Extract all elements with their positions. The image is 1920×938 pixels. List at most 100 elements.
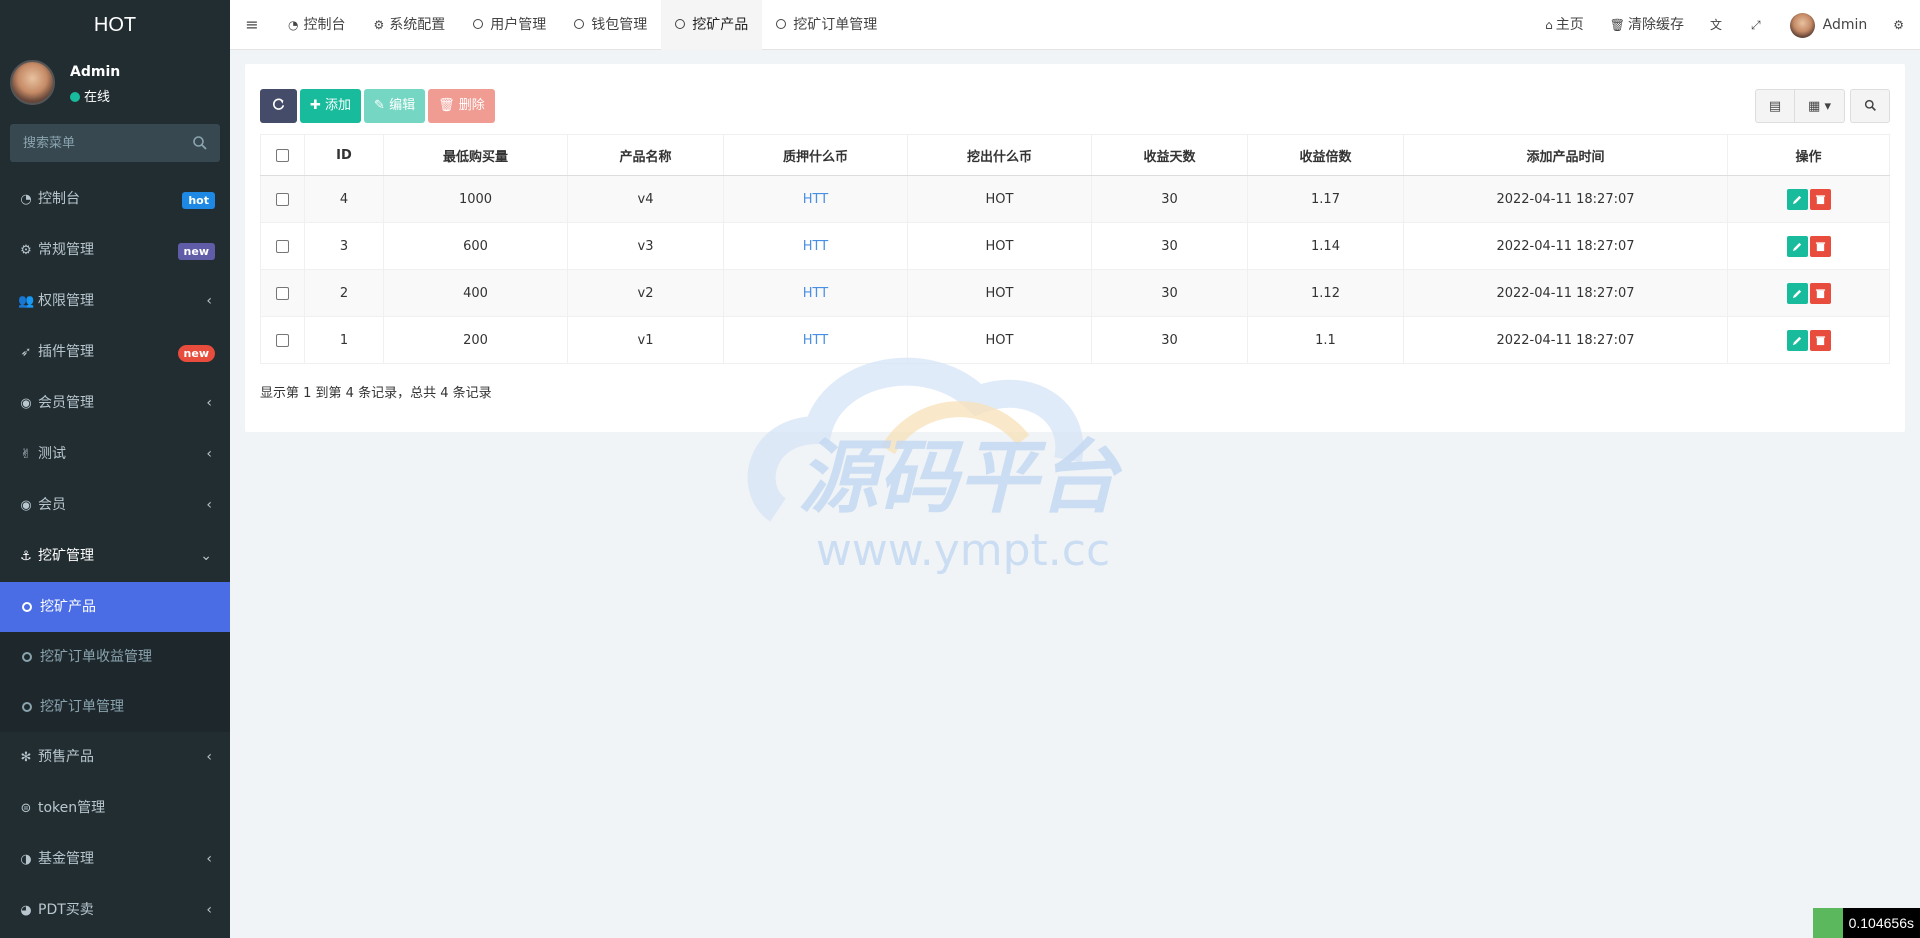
toggle-view-button[interactable]: ▤ [1755, 89, 1795, 123]
anchor-icon: ⚓ [20, 549, 32, 564]
menu-search [10, 124, 220, 162]
user-panel: Admin 在线 [0, 50, 230, 118]
row-checkbox[interactable] [276, 192, 289, 206]
sidebar-item-fund[interactable]: ◑ 基金管理 ‹ [0, 834, 230, 885]
col-mined-coin[interactable]: 挖出什么币 [907, 134, 1092, 176]
row-edit-button[interactable] [1786, 329, 1808, 351]
cell-product-name: v2 [567, 269, 724, 317]
sidebar-item-mining-orders[interactable]: 挖矿订单管理 [0, 682, 230, 732]
circle-icon [776, 19, 787, 29]
col-stake-coin[interactable]: 质押什么币 [723, 134, 908, 176]
stake-coin-link[interactable]: HTT [803, 239, 828, 254]
row-checkbox[interactable] [276, 286, 289, 300]
cell-id: 1 [304, 316, 384, 364]
columns-dropdown-button[interactable]: ▦ ▾ [1795, 89, 1845, 123]
language-button[interactable]: 文 [1697, 0, 1738, 50]
stake-coin-link[interactable]: HTT [803, 333, 828, 348]
brand-logo[interactable]: HOT [0, 0, 230, 50]
cell-earning-days: 30 [1091, 269, 1248, 317]
clear-cache-button[interactable]: 🗑 清除缓存 [1597, 0, 1697, 50]
row-select-cell [260, 269, 305, 317]
chevron-left-icon: ‹ [206, 851, 212, 867]
sidebar-item-pdt[interactable]: ◕ PDT买卖 ‹ [0, 885, 230, 936]
cell-stake-coin: HTT [723, 316, 908, 364]
hot-badge: hot [182, 192, 215, 209]
debug-logo-icon[interactable] [1812, 908, 1843, 938]
stake-coin-link[interactable]: HTT [803, 286, 828, 301]
tab-mining-products[interactable]: 挖矿产品 [661, 0, 763, 50]
row-checkbox[interactable] [276, 333, 289, 347]
menu-search-input[interactable] [10, 124, 180, 162]
row-delete-button[interactable] [1809, 188, 1831, 210]
sidebar-item-general[interactable]: ⚙ 常规管理 new [0, 225, 230, 276]
search-icon[interactable] [192, 135, 208, 151]
refresh-button[interactable] [260, 89, 297, 123]
row-delete-button[interactable] [1809, 235, 1831, 257]
tab-wallet-manage[interactable]: 钱包管理 [560, 0, 661, 50]
circle-icon [22, 702, 32, 712]
select-all-checkbox[interactable] [276, 148, 289, 162]
edit-button[interactable]: ✎ 编辑 [364, 89, 426, 123]
chevron-left-icon: ‹ [206, 902, 212, 918]
col-product-name[interactable]: 产品名称 [567, 134, 724, 176]
row-edit-button[interactable] [1786, 282, 1808, 304]
cell-min-purchase: 400 [383, 269, 568, 317]
sidebar-item-mining-products[interactable]: 挖矿产品 [0, 582, 230, 632]
user-menu[interactable]: Admin [1777, 0, 1881, 50]
cell-mined-coin: HOT [907, 175, 1092, 223]
col-multiplier[interactable]: 收益倍数 [1247, 134, 1404, 176]
tab-system-config[interactable]: ⚙ 系统配置 [359, 0, 459, 50]
cell-earning-days: 30 [1091, 175, 1248, 223]
adjust-icon: ◑ [20, 852, 32, 867]
mining-submenu: 挖矿产品 挖矿订单收益管理 挖矿订单管理 [0, 582, 230, 732]
pagination-info: 显示第 1 到第 4 条记录，总共 4 条记录 [260, 386, 492, 401]
plus-icon: ✚ [310, 98, 326, 113]
menu-toggle-icon[interactable]: ≡ [230, 0, 274, 50]
user-avatar [10, 60, 55, 105]
expand-icon: ⤢ [1751, 18, 1761, 32]
home-link[interactable]: ⌂ 主页 [1532, 0, 1597, 50]
stake-coin-link[interactable]: HTT [803, 192, 828, 207]
pencil-icon [1792, 195, 1801, 204]
col-min-purchase[interactable]: 最低购买量 [383, 134, 568, 176]
chevron-down-icon: ⌄ [200, 548, 212, 564]
row-delete-button[interactable] [1809, 329, 1831, 351]
delete-button[interactable]: 🗑 删除 [428, 89, 495, 123]
row-checkbox[interactable] [276, 239, 289, 253]
circle-icon [675, 19, 686, 29]
tab-dashboard[interactable]: ◔ 控制台 [274, 0, 359, 50]
row-edit-button[interactable] [1786, 188, 1808, 210]
tab-mining-orders[interactable]: 挖矿订单管理 [762, 0, 891, 50]
table-search-button[interactable] [1850, 89, 1890, 123]
sidebar-item-mining[interactable]: ⚓ 挖矿管理 ⌄ [0, 531, 230, 582]
fullscreen-button[interactable]: ⤢ [1738, 0, 1777, 50]
globe-icon: ⊜ [20, 801, 32, 816]
cell-min-purchase: 200 [383, 316, 568, 364]
cell-stake-coin: HTT [723, 175, 908, 223]
chevron-left-icon: ‹ [206, 293, 212, 309]
row-delete-button[interactable] [1809, 282, 1831, 304]
sidebar-item-auth[interactable]: 👥 权限管理 ‹ [0, 276, 230, 327]
table-tools: ▤ ▦ ▾ [1755, 89, 1890, 123]
sidebar-item-member-manage[interactable]: ◉ 会员管理 ‹ [0, 378, 230, 429]
list-icon: ▤ [1768, 99, 1782, 114]
select-all-cell [260, 134, 305, 176]
cell-id: 3 [304, 222, 384, 270]
sidebar-item-mining-earnings[interactable]: 挖矿订单收益管理 [0, 632, 230, 682]
sidebar-item-dashboard[interactable]: ◔ 控制台 hot [0, 174, 230, 225]
col-earning-days[interactable]: 收益天数 [1091, 134, 1248, 176]
col-id[interactable]: ID [304, 134, 384, 176]
sidebar-item-presale[interactable]: ✻ 预售产品 ‹ [0, 732, 230, 783]
search-icon [1864, 99, 1876, 111]
sidebar-item-token[interactable]: ⊜ token管理 [0, 783, 230, 834]
sidebar-item-addon[interactable]: ➶ 插件管理 new [0, 327, 230, 378]
add-button[interactable]: ✚ 添加 [300, 89, 362, 123]
row-edit-button[interactable] [1786, 235, 1808, 257]
col-created-time[interactable]: 添加产品时间 [1403, 134, 1728, 176]
settings-button[interactable]: ⚙ [1880, 0, 1920, 50]
tab-user-manage[interactable]: 用户管理 [459, 0, 560, 50]
cell-multiplier: 1.1 [1247, 316, 1404, 364]
row-select-cell [260, 316, 305, 364]
sidebar-item-test[interactable]: ✌ 测试 ‹ [0, 429, 230, 480]
sidebar-item-member[interactable]: ◉ 会员 ‹ [0, 480, 230, 531]
